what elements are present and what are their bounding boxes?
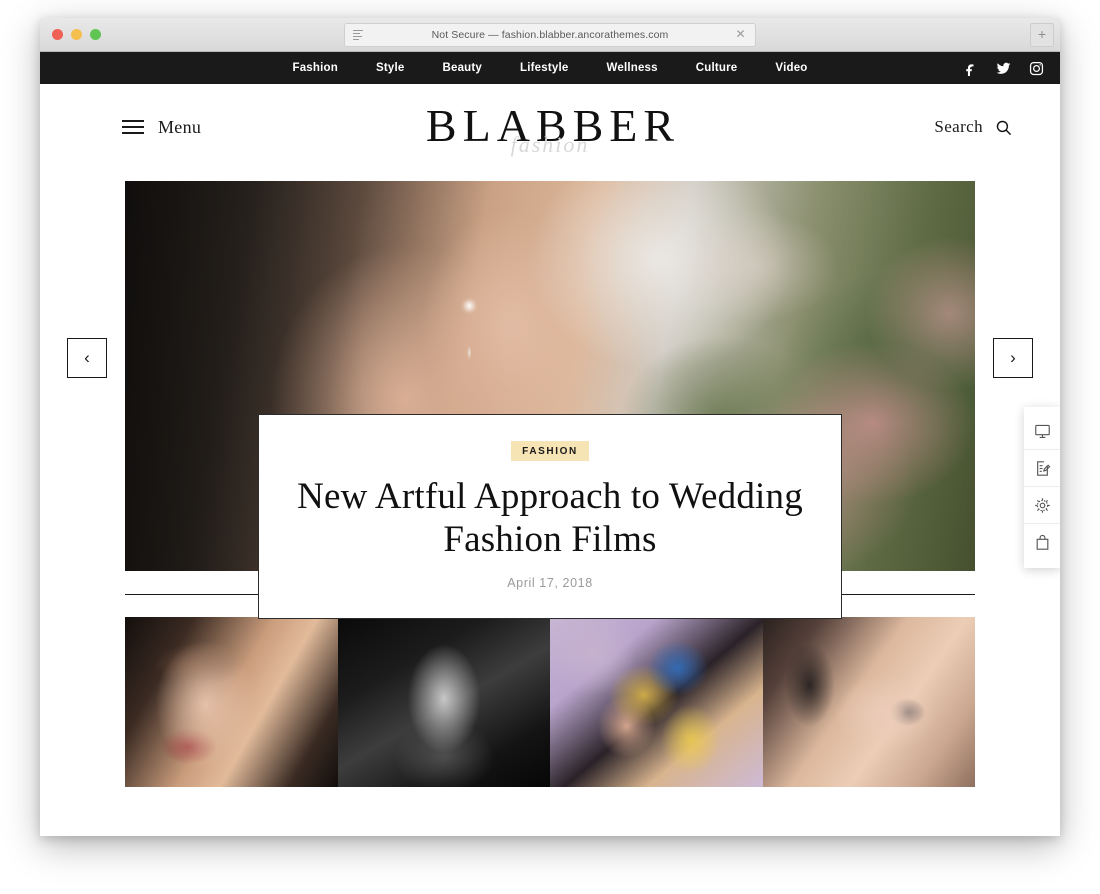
trending-grid bbox=[125, 617, 975, 787]
facebook-icon[interactable] bbox=[963, 61, 978, 76]
page-viewport: Fashion Style Beauty Lifestyle Wellness … bbox=[40, 52, 1060, 836]
url-text: Not Secure — fashion.blabber.ancoratheme… bbox=[431, 29, 669, 41]
gear-icon[interactable] bbox=[1034, 497, 1051, 514]
close-window-button[interactable] bbox=[52, 29, 63, 40]
floating-side-panel bbox=[1024, 407, 1060, 568]
browser-window: Not Secure — fashion.blabber.ancoratheme… bbox=[40, 18, 1060, 836]
window-controls[interactable] bbox=[52, 29, 101, 40]
logo-tagline: fashion bbox=[510, 132, 590, 157]
nav-item-beauty[interactable]: Beauty bbox=[423, 62, 501, 74]
nav-item-culture[interactable]: Culture bbox=[677, 62, 757, 74]
instagram-icon[interactable] bbox=[1029, 61, 1044, 76]
trending-card[interactable] bbox=[550, 617, 763, 787]
trending-card[interactable] bbox=[125, 617, 338, 787]
hero-title[interactable]: New Artful Approach to Wedding Fashion F… bbox=[279, 475, 821, 561]
menu-button[interactable]: Menu bbox=[122, 116, 201, 138]
category-badge[interactable]: FASHION bbox=[511, 441, 589, 461]
nav-item-style[interactable]: Style bbox=[357, 62, 424, 74]
hero-slider: ‹ › FASHION New Artful Approach to Weddi… bbox=[67, 181, 1033, 619]
slider-next-button[interactable]: › bbox=[993, 338, 1033, 378]
address-bar[interactable]: Not Secure — fashion.blabber.ancoratheme… bbox=[344, 23, 756, 47]
nav-item-video[interactable]: Video bbox=[756, 62, 826, 74]
primary-nav: Fashion Style Beauty Lifestyle Wellness … bbox=[273, 62, 826, 74]
site-header: Menu BLABBER fashion Search bbox=[40, 84, 1060, 181]
hamburger-icon[interactable] bbox=[122, 116, 144, 138]
side-panel-item-features[interactable] bbox=[1024, 450, 1060, 487]
side-panel-item-purchase[interactable] bbox=[1024, 524, 1060, 560]
social-links bbox=[963, 52, 1044, 84]
site-logo[interactable]: BLABBER fashion bbox=[340, 100, 760, 158]
screenshot-root: Not Secure — fashion.blabber.ancoratheme… bbox=[0, 0, 1100, 894]
menu-label: Menu bbox=[158, 116, 202, 137]
slider-prev-button[interactable]: ‹ bbox=[67, 338, 107, 378]
hero-caption-card: FASHION New Artful Approach to Wedding F… bbox=[258, 414, 842, 619]
search-button[interactable]: Search bbox=[934, 117, 1012, 137]
search-label: Search bbox=[934, 117, 983, 136]
trending-card[interactable] bbox=[762, 617, 975, 787]
new-tab-button[interactable]: + bbox=[1030, 23, 1054, 47]
close-tab-icon[interactable]: ✕ bbox=[734, 28, 747, 41]
trending-card[interactable] bbox=[337, 617, 550, 787]
monitor-icon[interactable] bbox=[1034, 423, 1051, 440]
search-icon[interactable] bbox=[995, 119, 1012, 136]
nav-item-wellness[interactable]: Wellness bbox=[588, 62, 677, 74]
edit-document-icon[interactable] bbox=[1034, 460, 1051, 477]
nav-item-fashion[interactable]: Fashion bbox=[273, 62, 357, 74]
side-panel-item-settings[interactable] bbox=[1024, 487, 1060, 524]
minimize-window-button[interactable] bbox=[71, 29, 82, 40]
browser-titlebar: Not Secure — fashion.blabber.ancoratheme… bbox=[40, 18, 1060, 52]
shopping-bag-icon[interactable] bbox=[1034, 534, 1051, 551]
top-navigation-bar: Fashion Style Beauty Lifestyle Wellness … bbox=[40, 52, 1060, 84]
twitter-icon[interactable] bbox=[996, 61, 1011, 76]
reader-view-icon[interactable] bbox=[353, 30, 363, 41]
hero-date: April 17, 2018 bbox=[507, 576, 593, 590]
side-panel-item-demos[interactable] bbox=[1024, 413, 1060, 450]
nav-item-lifestyle[interactable]: Lifestyle bbox=[501, 62, 587, 74]
zoom-window-button[interactable] bbox=[90, 29, 101, 40]
